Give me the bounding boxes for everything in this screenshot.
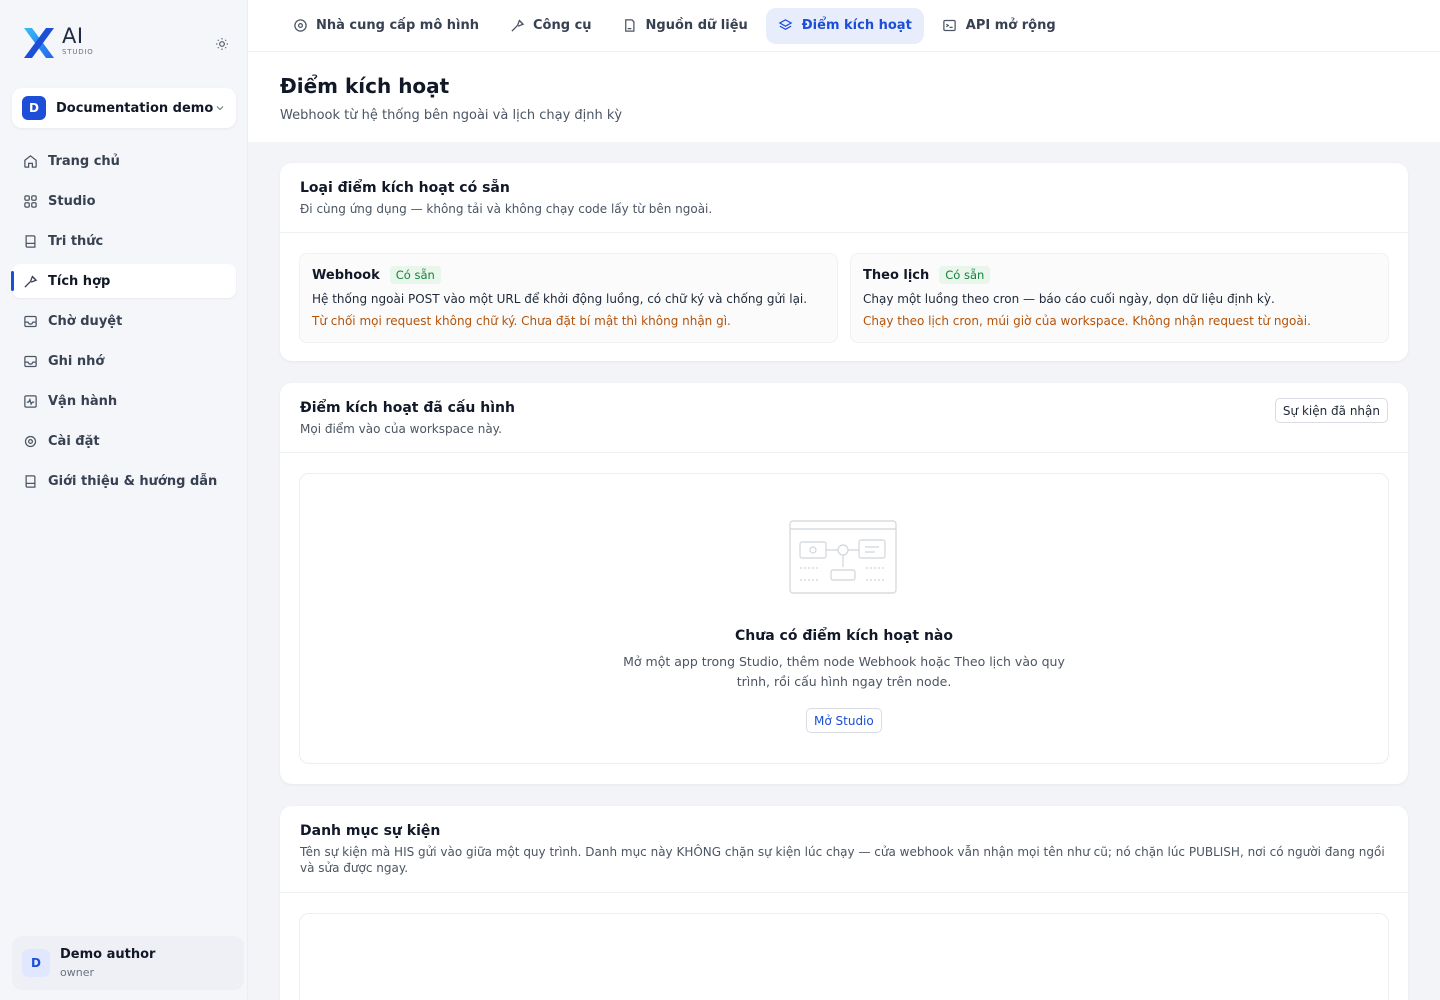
grid-icon (22, 193, 38, 209)
sidebar-item-label: Ghi nhớ (48, 353, 105, 369)
settings-icon (22, 433, 38, 449)
trigger-type-warning: Từ chối mọi request không chữ ký. Chưa đ… (312, 314, 731, 328)
card-title: Danh mục sự kiện (300, 823, 441, 839)
status-badge: Có sẵn (389, 266, 441, 284)
page-header: Điểm kích hoạt Webhook từ hệ thống bên n… (248, 52, 1440, 142)
empty-workflow-illustration-icon (789, 520, 897, 594)
tab-label: API mở rộng (965, 18, 1056, 33)
sidebar-item-label: Tri thức (48, 233, 104, 249)
book-icon (22, 233, 38, 249)
empty-state-description: Mở một app trong Studio, thêm node Webho… (623, 654, 1065, 689)
page-subtitle: Webhook từ hệ thống bên ngoài và lịch ch… (280, 108, 623, 123)
chevron-down-icon (216, 106, 224, 111)
empty-state-title: Chưa có điểm kích hoạt nào (735, 628, 953, 644)
workspace-switcher[interactable]: D Documentation demo (12, 88, 236, 128)
home-icon (22, 153, 38, 169)
tab-data-sources[interactable]: Nguồn dữ liệu (610, 8, 760, 44)
guide-icon (22, 473, 38, 489)
sidebar-item-knowledge[interactable]: Tri thức (12, 224, 236, 258)
logo-subtitle: STUDIO (62, 48, 94, 56)
open-studio-button[interactable]: Mở Studio (806, 708, 882, 733)
activity-icon (22, 393, 38, 409)
tab-label: Nguồn dữ liệu (645, 18, 748, 33)
logo-x-icon (24, 28, 54, 58)
sidebar-item-label: Giới thiệu & hướng dẫn (48, 473, 218, 489)
user-profile[interactable]: D Demo author owner (12, 936, 244, 990)
sidebar-item-label: Chờ duyệt (48, 313, 123, 329)
sidebar-nav: Trang chủ Studio Tri thức Tích hợp Chờ d… (11, 144, 236, 504)
available-triggers-card: Loại điểm kích hoạt có sẵn Đi cùng ứng d… (280, 163, 1408, 361)
sun-icon (216, 38, 228, 50)
trigger-type-webhook: Webhook Có sẵn Hệ thống ngoài POST vào m… (299, 253, 838, 343)
sidebar-item-approvals[interactable]: Chờ duyệt (12, 304, 236, 338)
sidebar-item-guide[interactable]: Giới thiệu & hướng dẫn (12, 464, 236, 498)
tab-label: Công cụ (533, 18, 592, 33)
sidebar-item-label: Cài đặt (48, 433, 100, 449)
provider-icon (292, 18, 308, 34)
trigger-icon (778, 18, 794, 34)
trigger-type-description: Hệ thống ngoài POST vào một URL để khởi … (312, 292, 808, 306)
user-name: Demo author (60, 947, 156, 962)
tools-icon (22, 273, 38, 289)
sidebar-item-operations[interactable]: Vận hành (12, 384, 236, 418)
memory-icon (22, 353, 38, 369)
sidebar-item-home[interactable]: Trang chủ (12, 144, 236, 178)
event-catalog-list (299, 913, 1389, 1000)
workspace-avatar: D (22, 96, 46, 120)
sidebar-item-label: Tích hợp (48, 273, 111, 289)
user-role: owner (60, 966, 94, 979)
tools-icon (509, 18, 525, 34)
sidebar-item-settings[interactable]: Cài đặt (12, 424, 236, 458)
card-subtitle: Tên sự kiện mà HIS gửi vào giữa một quy … (300, 845, 1385, 875)
tab-triggers[interactable]: Điểm kích hoạt (765, 7, 924, 44)
sidebar-item-label: Studio (48, 193, 96, 209)
received-events-button[interactable]: Sự kiện đã nhận (1274, 398, 1388, 423)
tab-model-providers[interactable]: Nhà cung cấp mô hình (280, 8, 491, 44)
logo[interactable]: AI STUDIO (22, 26, 94, 60)
trigger-type-description: Chạy một luồng theo cron — báo cáo cuối … (863, 292, 1275, 306)
inbox-icon (22, 313, 38, 329)
tab-extension-api[interactable]: API mở rộng (930, 8, 1068, 44)
sidebar: AI STUDIO D Documentation demo Trang chủ… (0, 0, 248, 1000)
sidebar-item-memory[interactable]: Ghi nhớ (12, 344, 236, 378)
tab-label: Điểm kích hoạt (801, 18, 912, 33)
event-catalog-card: Danh mục sự kiện Tên sự kiện mà HIS gửi … (280, 806, 1408, 1000)
sidebar-item-integrations[interactable]: Tích hợp (11, 264, 236, 298)
tab-label: Nhà cung cấp mô hình (316, 18, 480, 33)
sidebar-item-label: Vận hành (48, 393, 118, 409)
card-title: Loại điểm kích hoạt có sẵn (300, 180, 510, 196)
card-subtitle: Đi cùng ứng dụng — không tải và không ch… (300, 202, 713, 216)
top-tabs: Nhà cung cấp mô hình Công cụ Nguồn dữ li… (248, 0, 1440, 52)
empty-state: Chưa có điểm kích hoạt nào Mở một app tr… (299, 473, 1389, 764)
theme-toggle-button[interactable] (212, 34, 232, 54)
trigger-type-schedule: Theo lịch Có sẵn Chạy một luồng theo cro… (850, 253, 1389, 343)
datasource-icon (622, 18, 638, 34)
avatar: D (22, 949, 50, 977)
trigger-type-name: Theo lịch (863, 267, 930, 283)
card-subtitle: Mọi điểm vào của workspace này. (300, 422, 502, 436)
tab-tools[interactable]: Công cụ (497, 8, 604, 44)
terminal-icon (942, 18, 958, 34)
status-badge: Có sẵn (939, 266, 991, 284)
trigger-type-name: Webhook (312, 267, 380, 283)
logo-wordmark: AI (62, 24, 84, 48)
configured-triggers-card: Điểm kích hoạt đã cấu hình Mọi điểm vào … (280, 383, 1408, 784)
trigger-type-warning: Chạy theo lịch cron, múi giờ của workspa… (863, 314, 1311, 328)
workspace-name: Documentation demo (56, 100, 214, 116)
sidebar-item-studio[interactable]: Studio (12, 184, 236, 218)
page-title: Điểm kích hoạt (280, 74, 450, 98)
card-title: Điểm kích hoạt đã cấu hình (300, 400, 515, 416)
sidebar-item-label: Trang chủ (48, 153, 120, 169)
